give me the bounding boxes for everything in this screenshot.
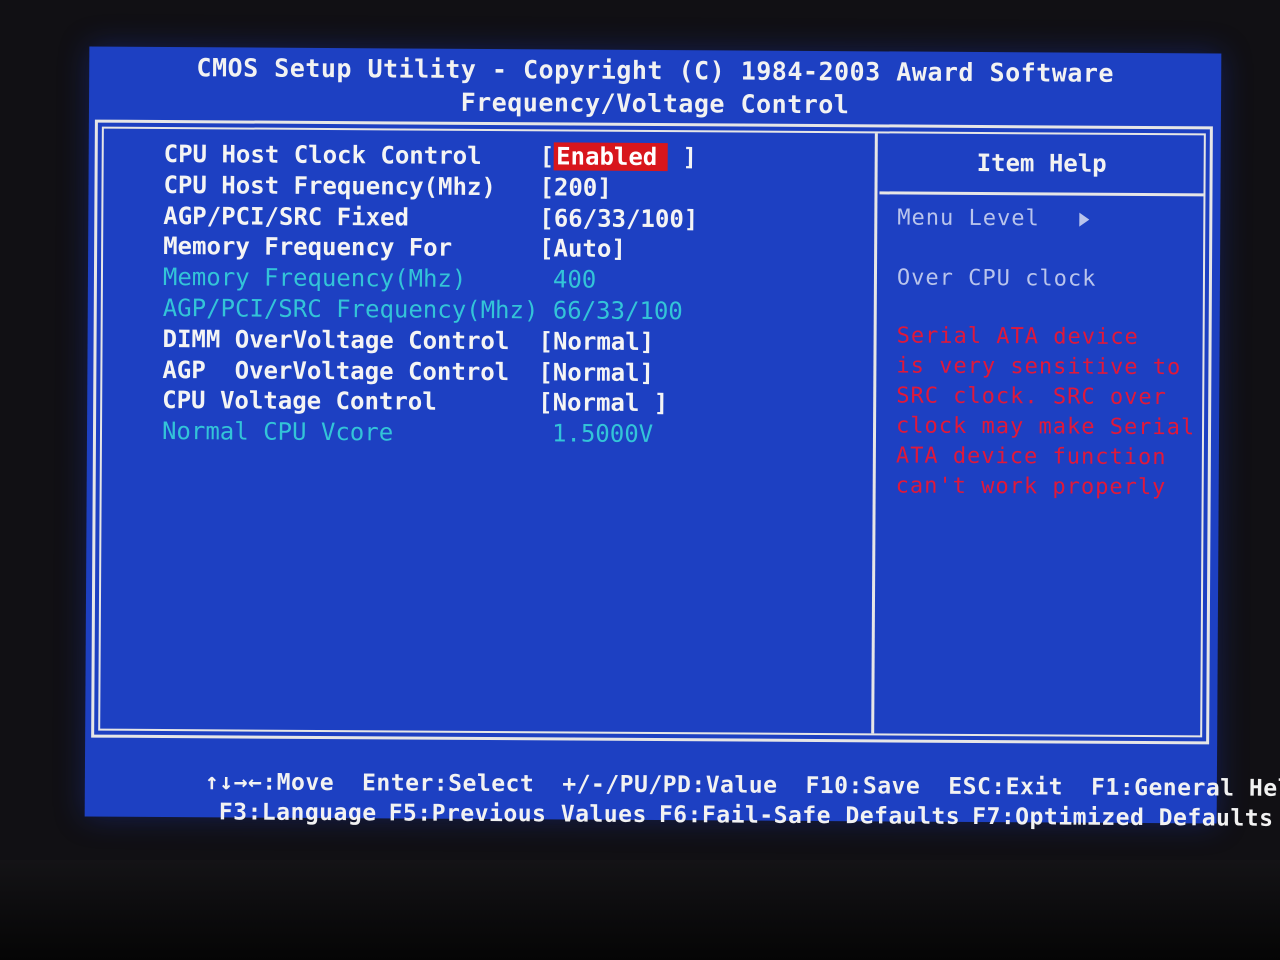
key-label: :Optimized Defaults: [1000, 804, 1274, 832]
key-label: :Previous Values: [417, 800, 647, 828]
setting-value[interactable]: [Normal]: [538, 357, 654, 388]
setting-normal-cpu-vcore: Normal CPU Vcore 1.5000V: [162, 416, 862, 451]
setting-label: AGP/PCI/SRC Fixed: [163, 201, 410, 232]
bios-screen: CMOS Setup Utility - Copyright (C) 1984-…: [84, 46, 1280, 832]
menu-level-label: Menu Level: [897, 205, 1040, 232]
setting-label: CPU Voltage Control: [162, 386, 437, 417]
header: CMOS Setup Utility - Copyright (C) 1984-…: [89, 51, 1221, 124]
key-legend: ↑↓→←:Move Enter:Select +/-/PU/PD:Value F10:…: [91, 737, 1280, 832]
setting-cpu-host-frequency[interactable]: CPU Host Frequency(Mhz) [200]: [163, 170, 863, 205]
warning-line: SRC clock. SRC over: [896, 383, 1167, 411]
setting-label: Normal CPU Vcore: [161, 417, 394, 447]
key-label: :Language: [247, 799, 377, 827]
key-optimized-defaults[interactable]: F7:Optimized Defaults: [972, 804, 1273, 832]
key-label: :Fail-Safe Defaults: [687, 802, 961, 830]
monitor-bezel: [0, 860, 1280, 960]
warning-line: can't work properly: [895, 473, 1167, 501]
setting-agp-pci-src-fixed[interactable]: AGP/PCI/SRC Fixed [66/33/100]: [163, 201, 863, 236]
setting-memory-frequency-mhz: Memory Frequency(Mhz) 400: [163, 262, 863, 297]
main-panel-inner: CPU Host Clock Control [Enabled ] CPU Ho…: [98, 126, 1206, 738]
setting-value[interactable]: [66/33/100]: [539, 203, 698, 234]
setting-value[interactable]: [Normal ]: [538, 388, 668, 419]
setting-value[interactable]: [Auto]: [539, 234, 626, 265]
warning-line: clock may make Serial: [895, 413, 1196, 441]
help-title: Item Help: [879, 133, 1204, 197]
settings-list: CPU Host Clock Control [Enabled ] CPU Ho…: [162, 139, 864, 451]
key-name: F6: [658, 802, 688, 829]
setting-label: Memory Frequency(Mhz): [162, 263, 467, 294]
setting-value: 400: [552, 265, 597, 294]
key-language[interactable]: F3:Language: [219, 799, 377, 826]
setting-dimm-overvoltage-control[interactable]: DIMM OverVoltage Control [Normal]: [162, 324, 862, 359]
item-help-panel: Item Help Menu Level Over CPU clock Seri…: [876, 133, 1204, 735]
setting-label: AGP OverVoltage Control: [162, 355, 510, 386]
key-name: F7: [972, 803, 1001, 831]
setting-value[interactable]: [Normal]: [538, 326, 654, 357]
setting-value: 1.5000V: [551, 419, 654, 449]
key-name: F3: [218, 799, 248, 826]
key-fail-safe-defaults[interactable]: F6:Fail-Safe Defaults: [659, 802, 960, 830]
setting-label: DIMM OverVoltage Control: [162, 324, 510, 355]
setting-agp-pci-src-frequency: AGP/PCI/SRC Frequency(Mhz) 66/33/100: [163, 293, 863, 328]
selected-value[interactable]: Enabled: [554, 142, 669, 172]
setting-value[interactable]: [200]: [539, 172, 611, 202]
setting-label: AGP/PCI/SRC Frequency(Mhz): [162, 293, 539, 325]
menu-level: Menu Level: [897, 205, 1090, 231]
setting-value[interactable]: [Enabled ]: [540, 141, 698, 172]
setting-value: 66/33/100: [552, 296, 683, 326]
page-title: Frequency/Voltage Control: [460, 87, 850, 120]
bracket-close: ]: [668, 143, 698, 172]
warning-line: Serial ATA device: [896, 323, 1139, 350]
setting-label: CPU Host Clock Control: [163, 140, 482, 170]
bracket-open: [: [539, 142, 555, 171]
warning-line: is very sensitive to: [896, 353, 1182, 381]
main-panel: CPU Host Clock Control [Enabled ] CPU Ho…: [91, 119, 1213, 745]
key-previous-values[interactable]: F5:Previous Values: [389, 800, 647, 828]
help-warning: Serial ATA device is very sensitive to S…: [896, 321, 1197, 503]
triangle-right-icon: [1079, 212, 1090, 227]
setting-cpu-host-clock-control[interactable]: CPU Host Clock Control [Enabled ]: [164, 139, 864, 174]
setting-cpu-voltage-control[interactable]: CPU Voltage Control [Normal ]: [162, 385, 862, 420]
setting-label: CPU Host Frequency(Mhz): [163, 170, 496, 201]
key-legend-line-2: F3:Language F5:Previous Values F6:Fail-Saf…: [132, 773, 1274, 858]
warning-line: ATA device function: [895, 443, 1167, 471]
key-name: F5: [388, 800, 418, 827]
setting-label: Memory Frequency For: [163, 232, 453, 263]
help-description: Over CPU clock: [896, 265, 1097, 292]
window-title: CMOS Setup Utility - Copyright (C) 1984-…: [196, 53, 1115, 88]
setting-memory-frequency-for[interactable]: Memory Frequency For [Auto]: [163, 231, 863, 266]
setting-agp-overvoltage-control[interactable]: AGP OverVoltage Control [Normal]: [162, 355, 862, 390]
